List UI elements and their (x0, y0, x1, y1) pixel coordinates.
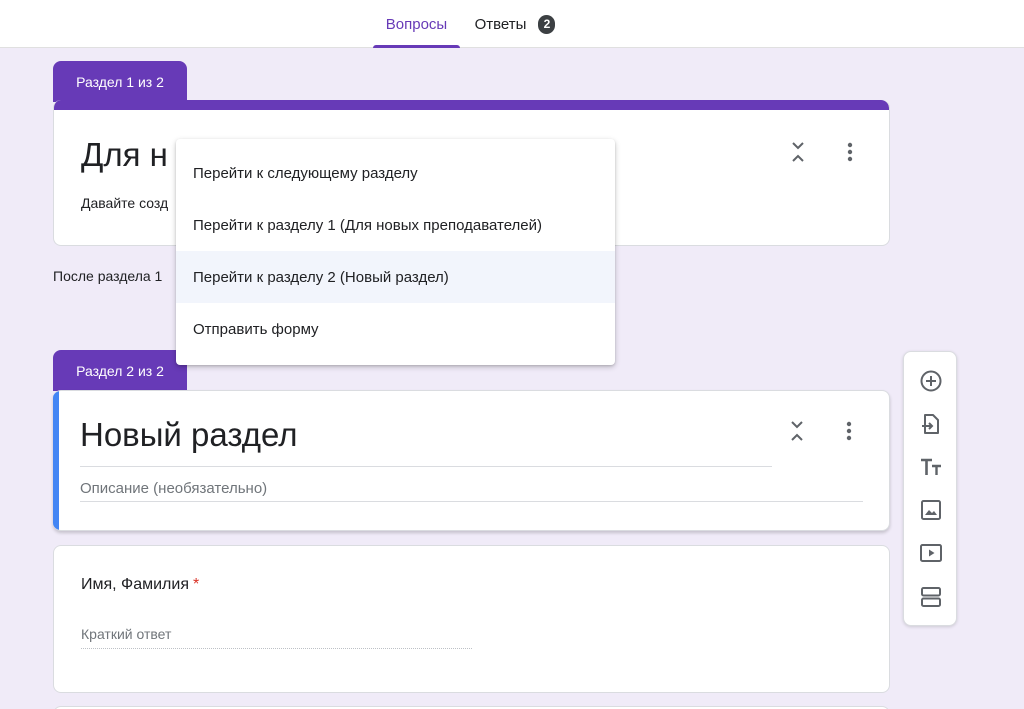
add-image-button[interactable] (918, 497, 944, 523)
add-title-button[interactable] (918, 454, 944, 480)
section-2-more-button[interactable] (837, 419, 861, 443)
short-answer-placeholder: Краткий ответ (81, 626, 172, 642)
answers-count-badge: 2 (538, 14, 556, 34)
after-section-navigation[interactable]: После раздела 1 (53, 268, 162, 284)
add-section-button[interactable] (918, 584, 944, 610)
section-more-button[interactable] (838, 140, 862, 164)
short-answer-underline (81, 648, 472, 649)
menu-item-label: Перейти к разделу 2 (Новый раздел) (193, 268, 449, 286)
more-vert-icon (847, 142, 853, 162)
section-2-label-text: Раздел 2 из 2 (76, 362, 164, 379)
tab-answers-label: Ответы (474, 15, 527, 33)
section-2-title[interactable]: Новый раздел (80, 416, 298, 454)
add-title-icon (921, 458, 941, 475)
tab-questions-label: Вопросы (385, 15, 448, 33)
section-header-accent (54, 100, 889, 110)
question-card[interactable]: Имя, Фамилия * Краткий ответ (53, 545, 890, 693)
section-1-title[interactable]: Для н (81, 136, 168, 174)
menu-item-go-to-section-1[interactable]: Перейти к разделу 1 (Для новых преподава… (176, 199, 615, 251)
menu-item-go-to-section-2[interactable]: Перейти к разделу 2 (Новый раздел) (176, 251, 615, 303)
section-2-label: Раздел 2 из 2 (53, 350, 187, 391)
section-2-description-input[interactable]: Описание (необязательно) (80, 480, 267, 497)
import-questions-button[interactable] (918, 411, 944, 437)
question-title-text: Имя, Фамилия (81, 576, 189, 593)
menu-item-submit-form[interactable]: Отправить форму (176, 303, 615, 355)
add-image-icon (921, 500, 941, 520)
section-1-label-text: Раздел 1 из 2 (76, 73, 164, 90)
menu-item-label: Перейти к следующему разделу (193, 164, 418, 182)
add-section-icon (921, 587, 941, 607)
collapse-section-button[interactable] (786, 140, 810, 164)
section-1-description[interactable]: Давайте созд (81, 195, 168, 211)
menu-item-label: Отправить форму (193, 320, 319, 338)
floating-toolbar (903, 351, 957, 626)
title-underline (80, 466, 772, 467)
collapse-icon (792, 142, 804, 162)
more-vert-icon (846, 421, 852, 441)
add-video-button[interactable] (918, 540, 944, 566)
menu-item-label: Перейти к разделу 1 (Для новых преподава… (193, 216, 543, 234)
tab-questions[interactable]: Вопросы (373, 0, 460, 48)
menu-item-next-section[interactable]: Перейти к следующему разделу (176, 147, 615, 199)
add-question-icon (920, 370, 942, 392)
section-2-card[interactable]: Новый раздел Описание (необязательно) (53, 390, 890, 531)
collapse-section-2-button[interactable] (785, 419, 809, 443)
section-1-label: Раздел 1 из 2 (53, 61, 187, 102)
after-section-dropdown-menu: Перейти к следующему разделу Перейти к р… (176, 139, 615, 365)
required-mark: * (193, 576, 200, 593)
add-question-button[interactable] (918, 368, 944, 394)
question-title[interactable]: Имя, Фамилия * (81, 576, 199, 594)
import-questions-icon (922, 414, 939, 434)
collapse-icon (791, 421, 803, 441)
add-video-icon (920, 544, 942, 562)
tab-answers[interactable]: Ответы 2 (465, 0, 565, 48)
top-tab-bar: Вопросы Ответы 2 (0, 0, 1024, 48)
description-underline (80, 501, 863, 502)
section-focus-indicator (53, 391, 59, 530)
